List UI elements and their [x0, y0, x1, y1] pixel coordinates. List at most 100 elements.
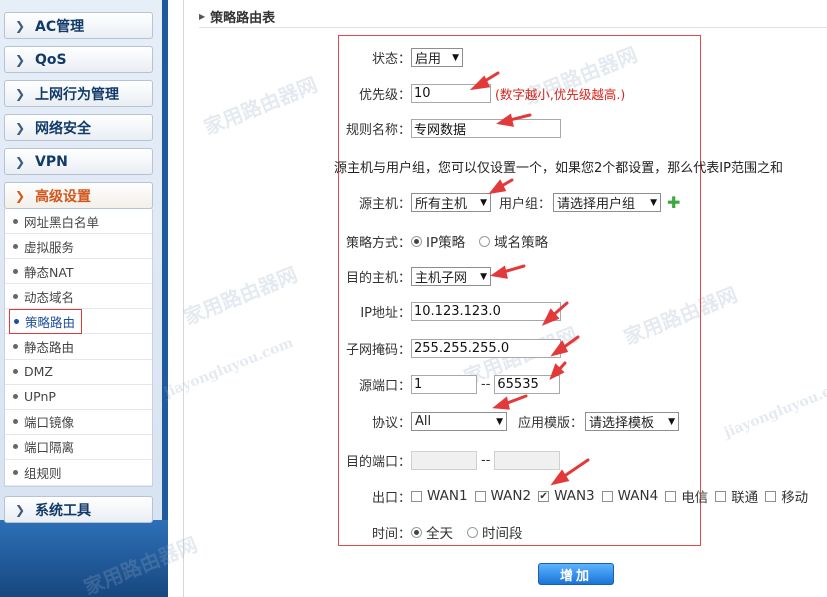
option-label: 域名策略	[494, 235, 549, 251]
bullet-icon	[13, 243, 18, 249]
policy-mode-domain-option[interactable]: 域名策略	[479, 231, 548, 251]
submenu-group-rules[interactable]: 组规则	[5, 460, 152, 486]
checkbox-icon	[665, 490, 677, 502]
status-label: 状态：	[371, 52, 411, 67]
range-dash: --	[481, 453, 491, 468]
mask-input[interactable]: 255.255.255.0	[411, 339, 561, 358]
exit-wan3-checkbox[interactable]: ✔ WAN3	[538, 488, 595, 504]
submenu-label: 网址黑白名单	[24, 214, 100, 230]
dst-port-row: 目的端口： --	[339, 451, 561, 470]
add-button[interactable]: 增加	[538, 563, 614, 585]
checkbox-label: WAN2	[490, 488, 532, 504]
exit-mobile-checkbox[interactable]: 移动	[765, 486, 808, 506]
priority-input[interactable]: 10	[411, 84, 491, 103]
menu-behavior-management[interactable]: ❯ 上网行为管理	[4, 80, 153, 107]
mask-value: 255.255.255.0	[414, 341, 510, 356]
radio-icon	[411, 526, 422, 538]
priority-value: 10	[414, 86, 431, 101]
exit-telecom-checkbox[interactable]: 电信	[665, 486, 708, 506]
menu-ac-management[interactable]: ❯ AC管理	[4, 12, 153, 39]
menu-label: AC管理	[35, 18, 85, 35]
status-select[interactable]: 启用 ▼	[411, 48, 463, 67]
advanced-submenu: 网址黑白名单 虚拟服务 静态NAT 动态域名 策略路由 静态路由 DMZ UPn…	[4, 209, 153, 487]
src-port-to-value: 65535	[497, 377, 539, 392]
ip-label: IP地址：	[360, 306, 411, 321]
content-divider	[183, 0, 184, 597]
exit-unicom-checkbox[interactable]: 联通	[715, 486, 758, 506]
time-range-option[interactable]: 时间段	[467, 522, 523, 542]
submenu-static-routing[interactable]: 静态路由	[5, 334, 152, 360]
submenu-dmz[interactable]: DMZ	[5, 360, 152, 385]
caret-down-icon: ▼	[650, 197, 657, 208]
exit-row: 出口： WAN1 WAN2 ✔ WAN3 WAN4 电信 联通 移动	[339, 486, 815, 506]
caret-down-icon: ▼	[668, 416, 675, 427]
submenu-url-filter[interactable]: 网址黑白名单	[5, 209, 152, 235]
menu-system-tools[interactable]: ❯ 系统工具	[4, 496, 153, 523]
protocol-select[interactable]: All ▼	[411, 412, 507, 431]
exit-wan1-checkbox[interactable]: WAN1	[411, 488, 468, 504]
range-dash: --	[481, 377, 491, 392]
src-port-from-value: 1	[414, 377, 423, 392]
time-all-day-option[interactable]: 全天	[411, 522, 453, 542]
dst-host-value: 主机子网	[415, 271, 468, 286]
dst-port-from-input[interactable]	[411, 451, 477, 470]
menu-label: 系统工具	[35, 502, 91, 519]
menu-network-security[interactable]: ❯ 网络安全	[4, 114, 153, 141]
submenu-policy-routing[interactable]: 策略路由	[5, 308, 152, 335]
menu-qos[interactable]: ❯ QoS	[4, 46, 153, 73]
chevron-right-icon: ❯	[14, 120, 26, 135]
exit-wan4-checkbox[interactable]: WAN4	[601, 488, 658, 504]
bullet-icon	[14, 318, 19, 324]
menu-label: 上网行为管理	[35, 86, 119, 103]
menu-advanced-settings[interactable]: ❯ 高级设置	[4, 182, 153, 209]
submenu-port-mirror[interactable]: 端口镜像	[5, 410, 152, 435]
annotation-highlight: 策略路由	[9, 308, 83, 334]
submenu-port-isolation[interactable]: 端口隔离	[5, 435, 152, 460]
ip-input[interactable]: 10.123.123.0	[411, 302, 561, 321]
bullet-icon	[13, 293, 18, 299]
submenu-ddns[interactable]: 动态域名	[5, 284, 152, 310]
radio-icon	[411, 235, 422, 247]
chevron-right-icon: ❯	[14, 18, 26, 33]
caret-down-icon: ▼	[480, 197, 487, 208]
menu-vpn[interactable]: ❯ VPN	[4, 148, 153, 175]
submenu-label: DMZ	[24, 364, 53, 380]
option-label: 全天	[426, 526, 453, 542]
rule-name-value: 专网数据	[414, 123, 467, 138]
policy-mode-ip-option[interactable]: IP策略	[411, 231, 465, 251]
exit-wan2-checkbox[interactable]: WAN2	[474, 488, 532, 504]
submenu-upnp[interactable]: UPnP	[5, 385, 152, 410]
app-template-select[interactable]: 请选择模板 ▼	[585, 412, 679, 431]
src-port-to-input[interactable]: 65535	[494, 375, 561, 394]
add-group-icon[interactable]: ✚	[667, 193, 680, 212]
src-host-select[interactable]: 所有主机 ▼	[411, 193, 491, 212]
protocol-label: 协议：	[371, 416, 411, 431]
submenu-virtual-service[interactable]: 虚拟服务	[5, 234, 152, 260]
checkbox-icon	[474, 490, 486, 502]
dst-host-label: 目的主机：	[345, 271, 411, 286]
app-template-value: 请选择模板	[589, 416, 655, 431]
submenu-static-nat[interactable]: 静态NAT	[5, 259, 152, 285]
src-port-label: 源端口：	[358, 379, 411, 394]
status-value: 启用	[415, 52, 442, 67]
user-group-select[interactable]: 请选择用户组 ▼	[553, 193, 661, 212]
checkbox-icon	[765, 490, 777, 502]
src-port-from-input[interactable]: 1	[411, 375, 477, 394]
bullet-icon	[13, 344, 18, 350]
submenu-label: 端口镜像	[24, 415, 75, 431]
dst-host-select[interactable]: 主机子网 ▼	[411, 267, 491, 286]
submenu-label: 端口隔离	[24, 440, 75, 456]
submenu-label: 虚拟服务	[24, 239, 75, 255]
dst-port-to-input[interactable]	[494, 451, 561, 470]
ip-value: 10.123.123.0	[414, 304, 501, 319]
option-label: IP策略	[426, 235, 466, 251]
priority-label: 优先级：	[358, 88, 411, 103]
radio-icon	[479, 235, 491, 247]
policy-mode-label: 策略方式：	[345, 235, 411, 251]
chevron-right-icon: ❯	[14, 502, 26, 517]
chevron-right-icon: ❯	[14, 188, 26, 203]
rule-name-input[interactable]: 专网数据	[411, 119, 561, 138]
mask-row: 子网掩码： 255.255.255.0	[339, 339, 561, 358]
checkmark-icon: ✔	[538, 490, 550, 502]
menu-label: VPN	[35, 153, 68, 170]
